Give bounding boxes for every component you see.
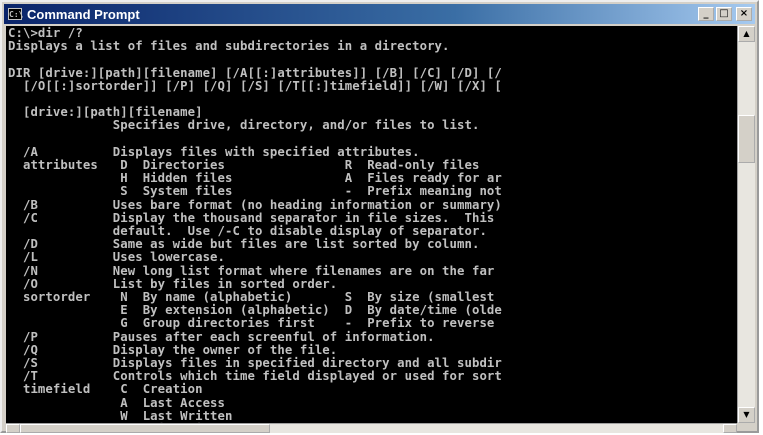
console-output-area[interactable]: C:\>dir /? Displays a list of files and … (6, 26, 737, 423)
console-line: /Q Display the owner of the file. (8, 342, 338, 357)
maximize-button[interactable]: □ (716, 7, 732, 21)
console-line: A Last Access (8, 395, 226, 410)
console-line: /O List by files in sorted order. (8, 276, 338, 291)
vertical-scrollbar[interactable]: ▲ ▼ (737, 26, 755, 423)
console-line: timefield C Creation (8, 382, 203, 397)
horizontal-scrollbar[interactable] (6, 423, 737, 433)
title-bar[interactable]: C:\ Command Prompt _ □ × (4, 4, 755, 24)
console-line: H Hidden files A Files ready for ar (8, 171, 502, 186)
console-line: E By extension (alphabetic) D By date/ti… (8, 303, 502, 318)
console-line: /L Uses lowercase. (8, 250, 226, 265)
console-line: attributes D Directories R Read-only fil… (8, 158, 480, 173)
console-line: /T Controls which time field displayed o… (8, 369, 502, 384)
scroll-right-arrow-icon[interactable] (723, 424, 737, 433)
console-line: C:\>dir /? (8, 26, 83, 40)
command-prompt-window: C:\ Command Prompt _ □ × C:\>dir /? Disp… (0, 0, 759, 433)
close-button[interactable]: × (736, 7, 752, 21)
console-line: /P Pauses after each screenful of inform… (8, 329, 435, 344)
console-line: /N New long list format where filenames … (8, 263, 495, 278)
console-line: Displays a list of files and subdirector… (8, 39, 450, 54)
console-line: /C Display the thousand separator in fil… (8, 210, 495, 225)
console-line: DIR [drive:][path][filename] [/A[[:]attr… (8, 65, 502, 80)
console-line: /B Uses bare format (no heading informat… (8, 197, 502, 212)
console-line: sortorder N By name (alphabetic) S By si… (8, 290, 495, 305)
console-line: /S Displays files in specified directory… (8, 356, 502, 371)
console-line: S System files - Prefix meaning not (8, 184, 502, 199)
console-line: [drive:][path][filename] (8, 105, 203, 120)
window-controls: _ □ × (698, 7, 752, 21)
console-line: default. Use /-C to disable display of s… (8, 224, 487, 239)
console-line: /D Same as wide but files are list sorte… (8, 237, 480, 252)
console-icon[interactable]: C:\ (8, 8, 23, 20)
console-line: [/O[[:]sortorder]] [/P] [/Q] [/S] [/T[[:… (8, 78, 502, 93)
console-text: C:\>dir /? Displays a list of files and … (6, 26, 737, 423)
scroll-down-arrow-icon[interactable]: ▼ (738, 407, 755, 423)
vertical-scroll-thumb[interactable] (738, 114, 755, 163)
minimize-button[interactable]: _ (698, 7, 714, 21)
scroll-left-arrow-icon[interactable] (6, 424, 20, 433)
console-line: G Group directories first - Prefix to re… (8, 316, 495, 331)
horizontal-scroll-thumb[interactable] (20, 424, 270, 433)
console-line: W Last Written (8, 408, 233, 423)
console-line: Specifies drive, directory, and/or files… (8, 118, 480, 133)
console-line: /A Displays files with specified attribu… (8, 144, 420, 159)
window-title: Command Prompt (27, 6, 140, 22)
scroll-up-arrow-icon[interactable]: ▲ (738, 26, 755, 42)
